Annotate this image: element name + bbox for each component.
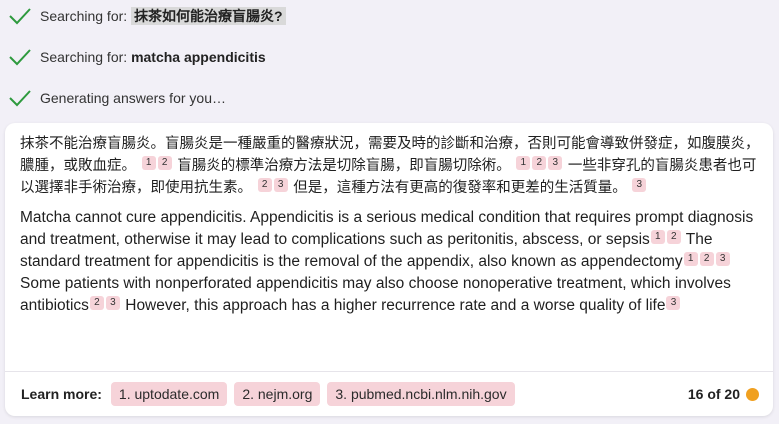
citation-1[interactable]: 1 [683, 252, 698, 266]
status-row-generating: Generating answers for you… [8, 87, 708, 109]
checkmark-icon [9, 49, 31, 66]
footer-divider [5, 371, 773, 372]
citation-2[interactable]: 2 [257, 178, 272, 192]
response-counter: 16 of 20 [687, 386, 740, 402]
checkmark-icon [9, 90, 31, 107]
learn-more-footer: Learn more: 1. uptodate.com 2. nejm.org … [21, 382, 759, 406]
status-row-search-2: Searching for: matcha appendicitis [8, 46, 708, 68]
citation-2[interactable]: 2 [666, 230, 681, 244]
citation-2[interactable]: 2 [157, 156, 172, 170]
answer-paragraph-chinese: 抹茶不能治療盲腸炎。盲腸炎是一種嚴重的醫療狀況，需要及時的診斷和治療，否則可能會… [20, 136, 760, 196]
citation-3[interactable]: 3 [273, 178, 288, 192]
search-query-highlight: 抹茶如何能治療盲腸炎? [131, 7, 286, 25]
source-link-nejm[interactable]: 2. nejm.org [234, 382, 321, 406]
status-row-search-1: Searching for: 抹茶如何能治療盲腸炎? [8, 5, 708, 27]
answer-card: 抹茶不能治療盲腸炎。盲腸炎是一種嚴重的醫療狀況，需要及時的診斷和治療，否則可能會… [5, 123, 773, 416]
search-query: matcha appendicitis [131, 49, 266, 65]
citation-2[interactable]: 2 [532, 156, 547, 170]
source-link-pubmed[interactable]: 3. pubmed.ncbi.nlm.nih.gov [327, 382, 515, 406]
status-text: Searching for: 抹茶如何能治療盲腸炎? [40, 6, 286, 26]
citation-3[interactable]: 3 [715, 252, 730, 266]
citation-2[interactable]: 2 [699, 252, 714, 266]
citation-1[interactable]: 1 [141, 156, 156, 170]
citation-2[interactable]: 2 [89, 296, 104, 310]
citation-3[interactable]: 3 [632, 178, 647, 192]
checkmark-icon [9, 8, 31, 25]
answer-body: 抹茶不能治療盲腸炎。盲腸炎是一種嚴重的醫療狀況，需要及時的診斷和治療，否則可能會… [20, 133, 760, 317]
status-text: Generating answers for you… [40, 90, 226, 106]
citation-3[interactable]: 3 [105, 296, 120, 310]
answer-paragraph-english: Matcha cannot cure appendicitis. Appendi… [20, 209, 754, 314]
citation-3[interactable]: 3 [548, 156, 563, 170]
citation-3[interactable]: 3 [666, 296, 681, 310]
source-link-uptodate[interactable]: 1. uptodate.com [110, 382, 228, 406]
status-dot-icon [746, 387, 759, 401]
citation-1[interactable]: 1 [650, 230, 665, 244]
status-text: Searching for: matcha appendicitis [40, 49, 266, 65]
learn-more-label: Learn more: [21, 386, 102, 402]
progress-status-list: Searching for: 抹茶如何能治療盲腸炎? Searching for… [8, 5, 708, 109]
citation-1[interactable]: 1 [516, 156, 531, 170]
